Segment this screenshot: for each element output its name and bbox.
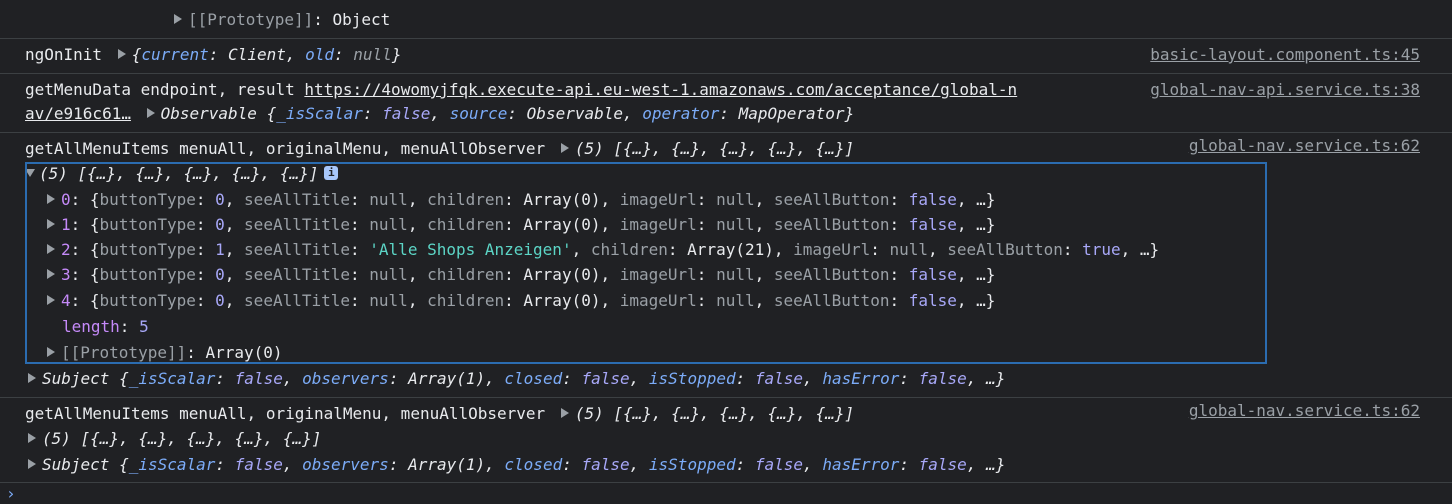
subject-preview: Subject {_isScalar: false, observers: Ar… bbox=[42, 369, 1006, 388]
prototype-key: [[Prototype]] bbox=[188, 10, 314, 29]
item-index: 4 bbox=[61, 291, 71, 310]
log-getallmenuitems-2: getAllMenuItems menuAll, originalMenu, m… bbox=[0, 401, 1452, 424]
prototype-value: Object bbox=[332, 10, 391, 29]
divider bbox=[0, 38, 1452, 39]
prototype-value: Array(0) bbox=[205, 343, 283, 362]
array-preview[interactable]: (5) [{…}, {…}, {…}, {…}, {…}] bbox=[575, 139, 854, 158]
item-index: 3 bbox=[61, 265, 71, 284]
object-preview[interactable]: {current: Client, old: null} bbox=[132, 45, 402, 64]
array-preview[interactable]: (5) [{…}, {…}, {…}, {…}, {…}] bbox=[575, 404, 854, 423]
array-summary: (5) [{…}, {…}, {…}, {…}, {…}] bbox=[39, 164, 319, 183]
prototype-row-top[interactable]: [[Prototype]]: Object bbox=[0, 10, 1452, 30]
item-index: 1 bbox=[61, 215, 71, 234]
log-getmenudata: getMenuData endpoint, result https://4ow… bbox=[0, 80, 1452, 100]
observable-preview[interactable]: Observable {_isScalar: false, source: Ob… bbox=[161, 104, 855, 123]
divider bbox=[0, 132, 1452, 133]
info-icon[interactable]: i bbox=[324, 166, 339, 180]
expand-triangle-icon[interactable] bbox=[28, 433, 36, 443]
log-getallmenuitems-1: getAllMenuItems menuAll, originalMenu, m… bbox=[0, 136, 1452, 159]
prototype-key: [[Prototype]] bbox=[61, 343, 187, 362]
expand-triangle-icon[interactable] bbox=[47, 269, 55, 279]
length-value: 5 bbox=[139, 317, 149, 336]
expand-triangle-icon[interactable] bbox=[560, 408, 569, 418]
expand-triangle-icon[interactable] bbox=[560, 143, 569, 153]
array-length-row: length: 5 bbox=[62, 317, 149, 336]
endpoint-url-link[interactable]: https://4owomyjfqk.execute-api.eu-west-1… bbox=[304, 80, 1017, 99]
array-item-row[interactable]: 1: {buttonType: 0, seeAllTitle: null, ch… bbox=[0, 215, 1452, 235]
array-item-row[interactable]: 3: {buttonType: 0, seeAllTitle: null, ch… bbox=[0, 265, 1452, 285]
expand-triangle-icon[interactable] bbox=[47, 244, 55, 254]
expand-triangle-icon[interactable] bbox=[28, 459, 36, 469]
array-collapsed-row[interactable]: (5) [{…}, {…}, {…}, {…}, {…}] bbox=[0, 429, 1452, 449]
expand-triangle-icon[interactable] bbox=[47, 295, 55, 305]
expand-triangle-icon[interactable] bbox=[28, 373, 36, 383]
array-expanded-header[interactable]: (5) [{…}, {…}, {…}, {…}, {…}] i bbox=[0, 164, 1452, 184]
log-label: getAllMenuItems menuAll, originalMenu, m… bbox=[25, 139, 546, 158]
array-item-row[interactable]: 2: {buttonType: 1, seeAllTitle: 'Alle Sh… bbox=[0, 240, 1452, 260]
subject-row-1[interactable]: Subject {_isScalar: false, observers: Ar… bbox=[0, 369, 1452, 389]
source-link[interactable]: global-nav.service.ts:62 bbox=[1189, 136, 1420, 156]
length-key: length bbox=[62, 317, 120, 336]
array-prototype-row[interactable]: [[Prototype]]: Array(0) bbox=[0, 343, 1452, 363]
array-item-row[interactable]: 0: {buttonType: 0, seeAllTitle: null, ch… bbox=[0, 190, 1452, 210]
subject-preview: Subject {_isScalar: false, observers: Ar… bbox=[42, 455, 1006, 474]
log-ngoninit: ngOnInit {current: Client, old: null} ba… bbox=[0, 45, 1452, 65]
expand-triangle-icon[interactable] bbox=[117, 49, 126, 59]
item-index: 0 bbox=[61, 190, 71, 209]
log-label: ngOnInit bbox=[25, 45, 103, 64]
item-index: 2 bbox=[61, 240, 71, 259]
collapse-triangle-icon[interactable] bbox=[25, 169, 35, 177]
divider bbox=[0, 397, 1452, 398]
console-prompt[interactable]: › bbox=[6, 484, 16, 504]
source-link[interactable]: global-nav.service.ts:62 bbox=[1189, 401, 1420, 421]
expand-triangle-icon[interactable] bbox=[47, 347, 55, 357]
log-getmenudata-cont: av/e916c61… Observable {_isScalar: false… bbox=[0, 104, 1452, 124]
log-label: getMenuData endpoint, result bbox=[25, 80, 295, 99]
expand-triangle-icon[interactable] bbox=[174, 14, 182, 24]
array-summary: (5) [{…}, {…}, {…}, {…}, {…}] bbox=[42, 429, 322, 448]
array-item-row[interactable]: 4: {buttonType: 0, seeAllTitle: null, ch… bbox=[0, 291, 1452, 311]
subject-row-2[interactable]: Subject {_isScalar: false, observers: Ar… bbox=[0, 455, 1452, 475]
endpoint-url-link-cont[interactable]: av/e916c61… bbox=[25, 104, 131, 123]
divider bbox=[0, 73, 1452, 74]
source-link[interactable]: global-nav-api.service.ts:38 bbox=[1150, 80, 1420, 100]
expand-triangle-icon[interactable] bbox=[47, 219, 55, 229]
log-label: getAllMenuItems menuAll, originalMenu, m… bbox=[25, 404, 546, 423]
expand-triangle-icon[interactable] bbox=[146, 108, 155, 118]
source-link[interactable]: basic-layout.component.ts:45 bbox=[1150, 45, 1420, 65]
divider bbox=[0, 482, 1452, 483]
expand-triangle-icon[interactable] bbox=[47, 194, 55, 204]
